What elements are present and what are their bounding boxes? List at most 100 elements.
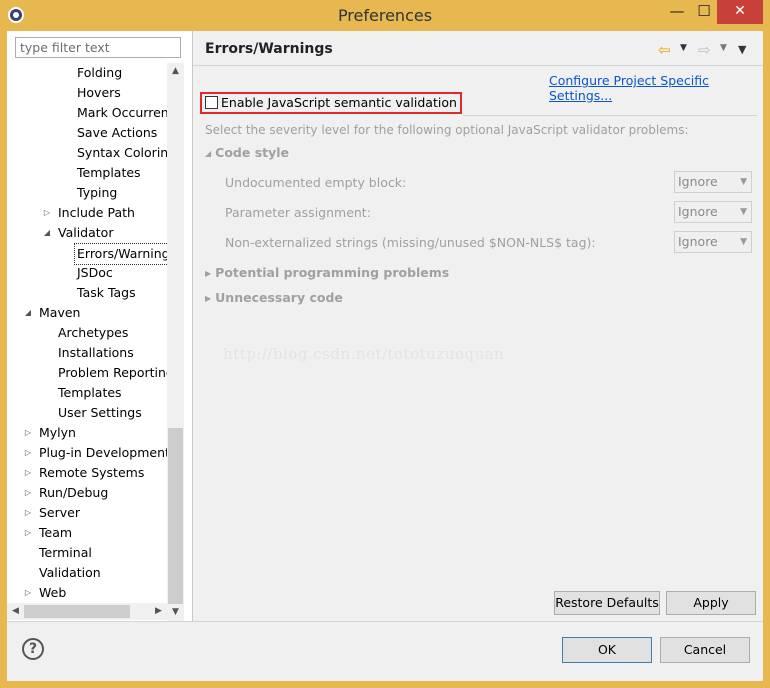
apply-button[interactable]: Apply xyxy=(666,591,756,615)
tree-horizontal-scrollbar[interactable]: ◀ ▶ xyxy=(7,603,167,620)
tree-item-label: Mark Occurrences xyxy=(77,105,167,120)
configure-project-settings-link[interactable]: Configure Project Specific Settings... xyxy=(549,73,763,103)
tree-item[interactable]: ▷ Server xyxy=(7,503,167,523)
tree-item[interactable]: Typing xyxy=(7,183,167,203)
scroll-up-icon[interactable]: ▲ xyxy=(167,63,184,80)
view-menu-icon[interactable]: ▼ xyxy=(738,43,746,56)
tree-item-label: Server xyxy=(39,505,80,520)
tree-item-label: Web xyxy=(39,585,67,600)
tree-item[interactable]: Templates xyxy=(7,383,167,403)
tree-item[interactable]: ▷ Web xyxy=(7,583,167,603)
expand-arrow-icon[interactable]: ▷ xyxy=(23,523,33,543)
tree-item[interactable]: Mark Occurrences xyxy=(7,103,167,123)
forward-dropdown-icon[interactable]: ▼ xyxy=(720,43,727,53)
scroll-thumb[interactable] xyxy=(168,428,183,604)
ok-button[interactable]: OK xyxy=(562,637,652,663)
tree-item[interactable]: ▷ Run/Debug xyxy=(7,483,167,503)
tree-item[interactable]: ▷ Team xyxy=(7,523,167,543)
expand-arrow-icon[interactable]: ▷ xyxy=(23,583,33,603)
cancel-button[interactable]: Cancel xyxy=(660,637,750,663)
expand-arrow-icon[interactable]: ▷ xyxy=(42,203,52,223)
tree-item[interactable]: Problem Reporting xyxy=(7,363,167,383)
tree-item[interactable]: Archetypes xyxy=(7,323,167,343)
tree-item[interactable]: Hovers xyxy=(7,83,167,103)
tree-item[interactable]: ▷ Remote Systems xyxy=(7,463,167,483)
tree-item[interactable]: ▷ Mylyn xyxy=(7,423,167,443)
tree-item[interactable]: Templates xyxy=(7,163,167,183)
back-dropdown-icon[interactable]: ▼ xyxy=(680,43,687,53)
collapse-arrow-icon[interactable]: ◢ xyxy=(23,303,33,323)
tree-item[interactable]: Syntax Coloring xyxy=(7,143,167,163)
restore-defaults-button[interactable]: Restore Defaults xyxy=(554,591,660,615)
divider xyxy=(193,65,763,66)
tree-item[interactable]: User Settings xyxy=(7,403,167,423)
severity-select[interactable]: Ignore ▼ xyxy=(674,231,752,253)
severity-select[interactable]: Ignore ▼ xyxy=(674,171,752,193)
preferences-tree[interactable]: Folding Hovers Mark Occurrences Save Action… xyxy=(7,63,167,619)
section-label: Potential programming problems xyxy=(215,265,450,280)
tree-item[interactable]: ◢ Maven xyxy=(7,303,167,323)
tree-item-label: Folding xyxy=(77,65,123,80)
tree-item[interactable]: Validation xyxy=(7,563,167,583)
preferences-tree-panel: Folding Hovers Mark Occurrences Save Action… xyxy=(7,31,192,621)
option-label: Parameter assignment: xyxy=(225,205,371,220)
expand-arrow-icon[interactable]: ▷ xyxy=(23,423,33,443)
section-code-style[interactable]: ◢ Code style xyxy=(205,145,289,160)
section-label: Code style xyxy=(215,145,290,160)
tree-item-label: Task Tags xyxy=(77,285,136,300)
tree-item-label: Syntax Coloring xyxy=(77,145,167,160)
tree-item[interactable]: Terminal xyxy=(7,543,167,563)
tree-item[interactable]: Installations xyxy=(7,343,167,363)
expanded-arrow-icon: ◢ xyxy=(205,149,212,158)
tree-item[interactable]: ▷ Include Path xyxy=(7,203,167,223)
maximize-button[interactable]: ☐ xyxy=(691,0,717,24)
collapse-arrow-icon[interactable]: ◢ xyxy=(42,223,52,243)
close-button[interactable]: ✕ xyxy=(717,0,763,24)
tree-item-label: User Settings xyxy=(58,405,142,420)
chevron-down-icon: ▼ xyxy=(740,237,747,247)
tree-item[interactable]: Errors/Warnings xyxy=(7,243,167,265)
severity-value: Ignore xyxy=(678,204,718,219)
tree-item-label: Validator xyxy=(58,225,114,240)
severity-select[interactable]: Ignore ▼ xyxy=(674,201,752,223)
expand-arrow-icon[interactable]: ▷ xyxy=(23,503,33,523)
tree-item[interactable]: ◢ Validator xyxy=(7,223,167,243)
expand-arrow-icon[interactable]: ▷ xyxy=(23,463,33,483)
section-unnecessary-code[interactable]: ▶ Unnecessary code xyxy=(205,290,343,305)
tree-item-label: Problem Reporting xyxy=(58,365,167,380)
filter-input[interactable] xyxy=(15,37,181,58)
back-arrow-icon[interactable]: ⇦ xyxy=(658,41,671,59)
tree-item-label: Typing xyxy=(77,185,118,200)
tree-item[interactable]: Task Tags xyxy=(7,283,167,303)
section-potential-problems[interactable]: ▶ Potential programming problems xyxy=(205,265,449,280)
horizontal-scroll-thumb[interactable] xyxy=(24,605,130,618)
dialog-body: Folding Hovers Mark Occurrences Save Action… xyxy=(7,31,763,681)
forward-arrow-icon[interactable]: ⇨ xyxy=(698,41,711,59)
help-icon[interactable]: ? xyxy=(22,638,44,660)
tree-vertical-scrollbar[interactable]: ▲ ▼ xyxy=(167,63,184,621)
title-bar[interactable]: Preferences — ☐ ✕ xyxy=(0,0,770,32)
tree-item-label: JSDoc xyxy=(77,265,113,280)
minimize-button[interactable]: — xyxy=(663,0,691,24)
annotation-highlight-box xyxy=(200,92,462,114)
tree-item-label: Save Actions xyxy=(77,125,158,140)
tree-item[interactable]: Folding xyxy=(7,63,167,83)
tree-item-label: Archetypes xyxy=(58,325,129,340)
tree-item-label: Plug-in Development xyxy=(39,445,167,460)
window-title: Preferences xyxy=(337,6,433,25)
chevron-down-icon: ▼ xyxy=(740,207,747,217)
tree-item[interactable]: Save Actions xyxy=(7,123,167,143)
section-label: Unnecessary code xyxy=(215,290,343,305)
scroll-down-icon[interactable]: ▼ xyxy=(167,604,184,621)
option-label: Non-externalized strings (missing/unused… xyxy=(225,235,596,250)
chevron-down-icon: ▼ xyxy=(740,177,747,187)
tree-item-label: Installations xyxy=(58,345,134,360)
expand-arrow-icon[interactable]: ▷ xyxy=(23,443,33,463)
expand-arrow-icon[interactable]: ▷ xyxy=(23,483,33,503)
tree-item[interactable]: JSDoc xyxy=(7,263,167,283)
scroll-left-icon[interactable]: ◀ xyxy=(7,603,24,620)
tree-item[interactable]: ▷ Plug-in Development xyxy=(7,443,167,463)
tree-item-label: Terminal xyxy=(39,545,92,560)
divider xyxy=(463,115,757,116)
scroll-right-icon[interactable]: ▶ xyxy=(150,603,167,620)
